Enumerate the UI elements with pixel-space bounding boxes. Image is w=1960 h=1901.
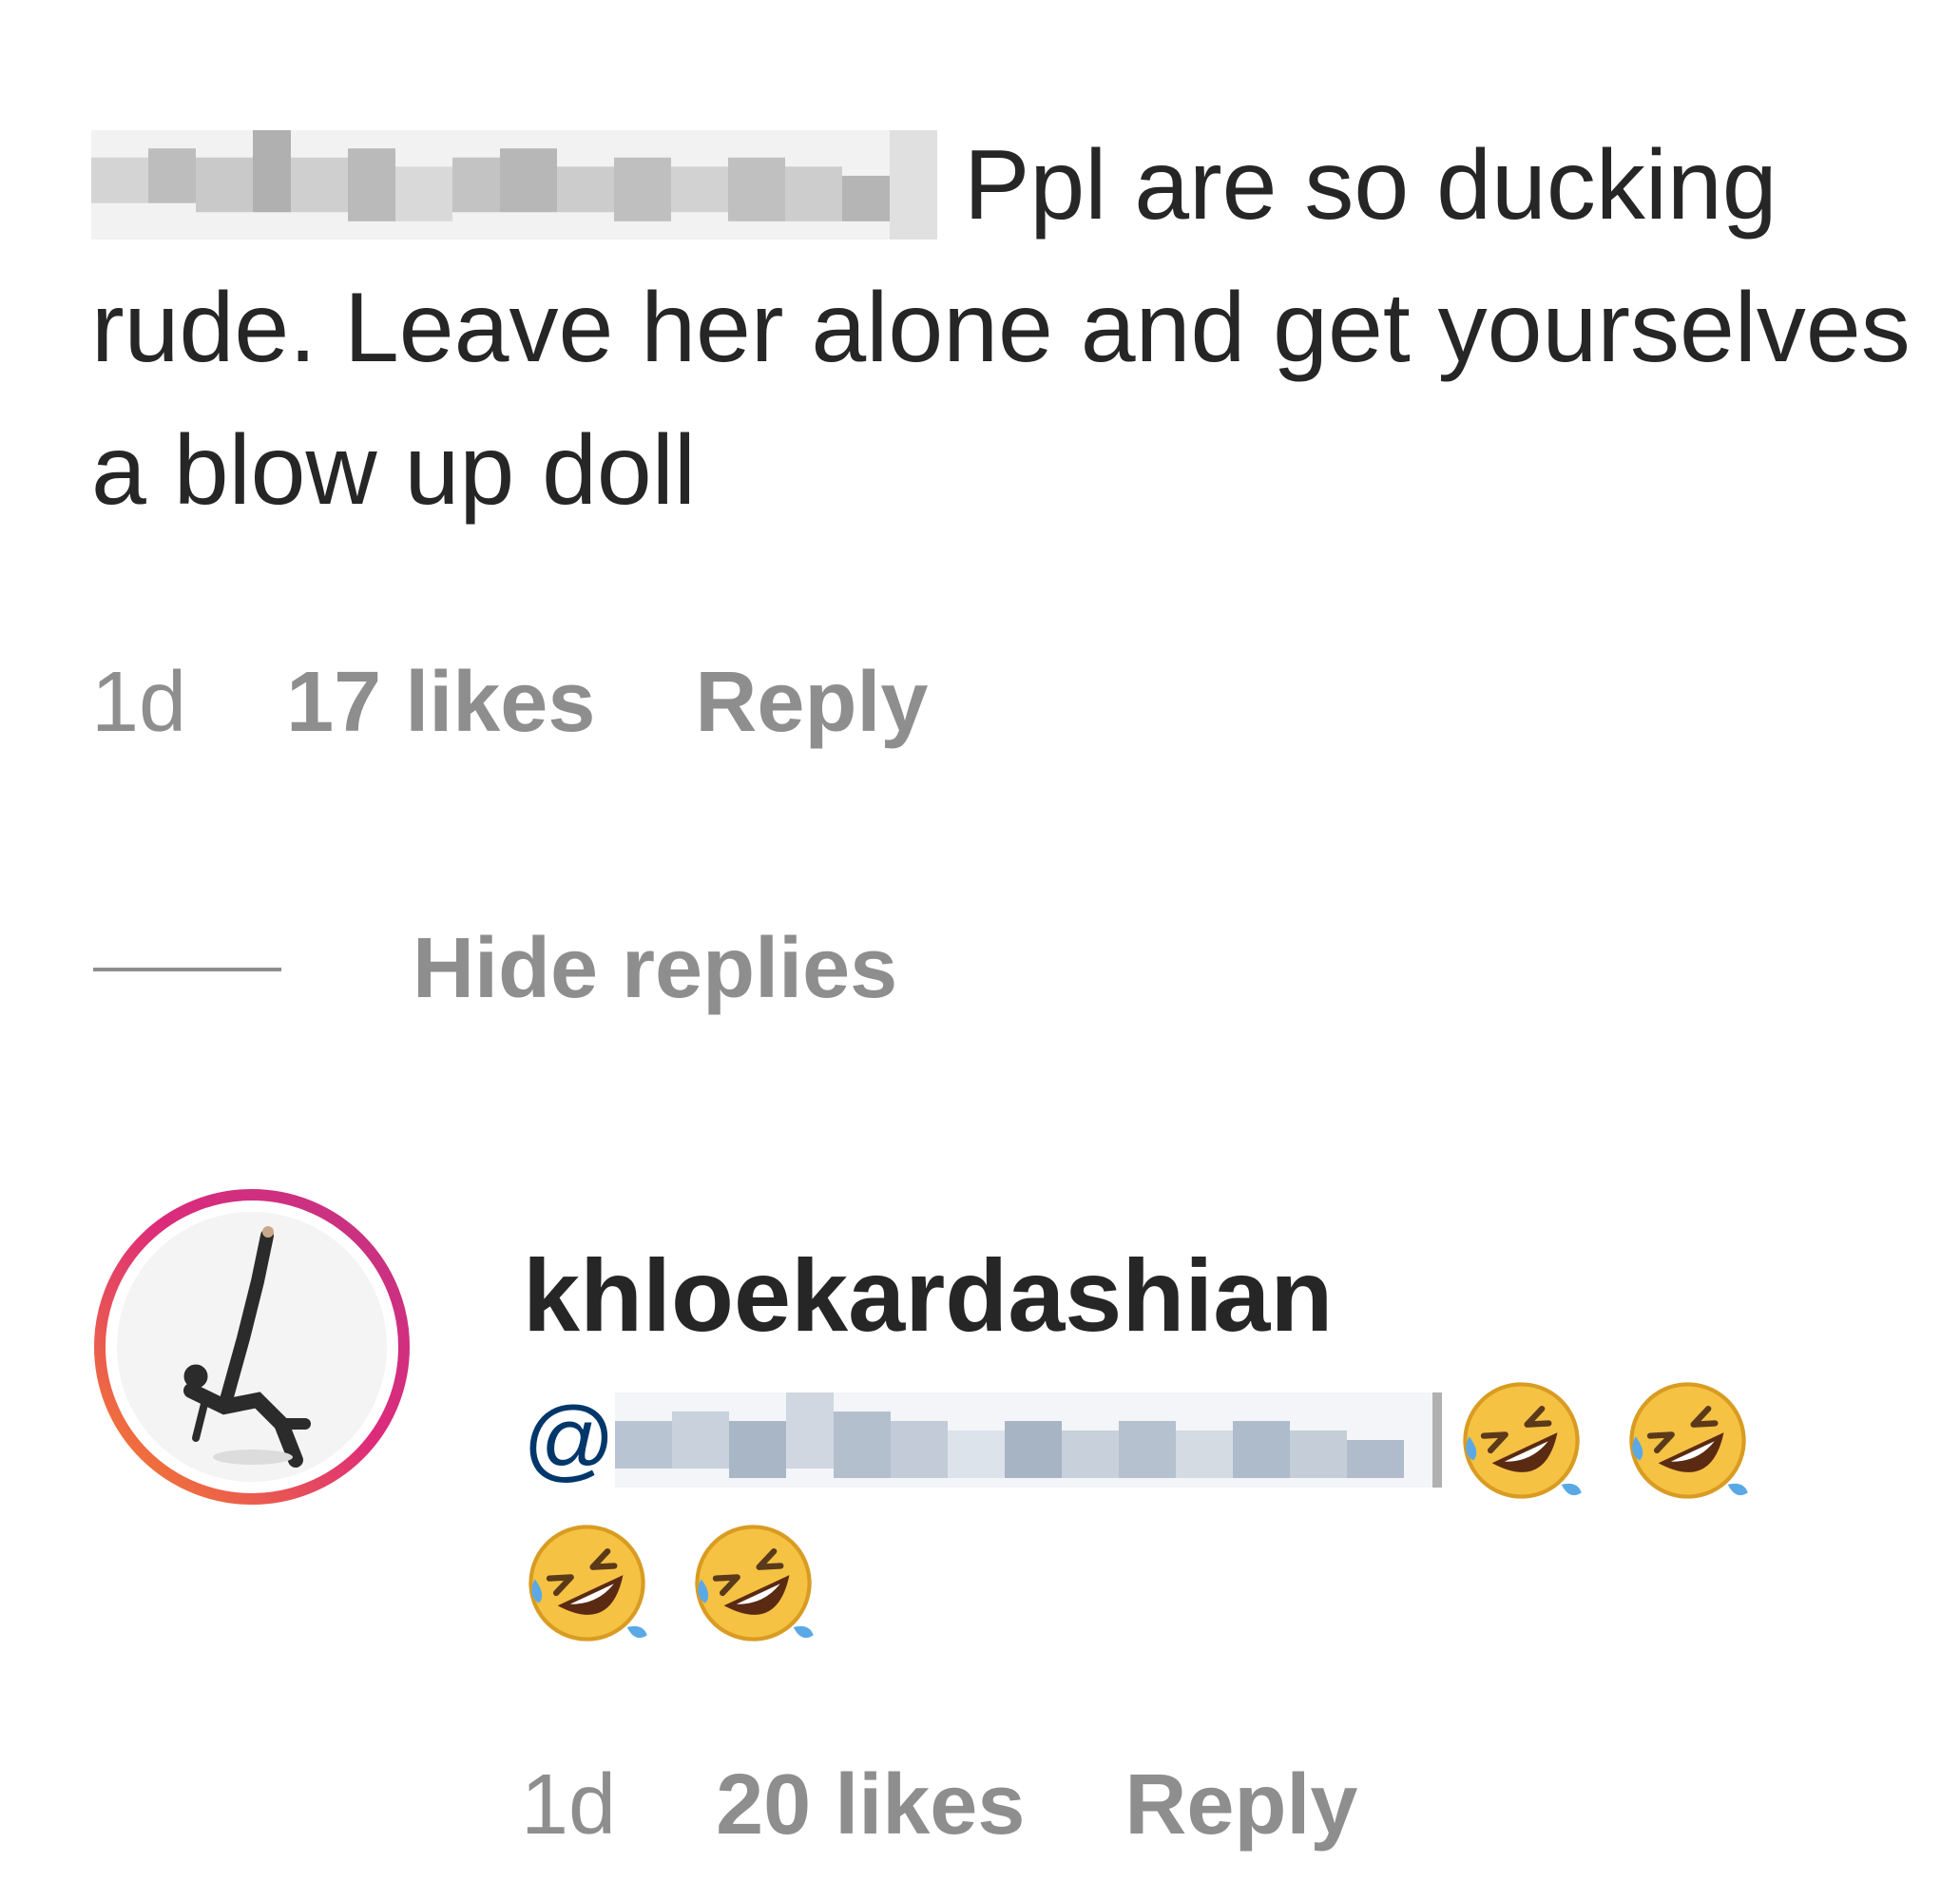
rolling-laughing-emoji: [1629, 1381, 1749, 1499]
parent-comment: Ppl are so ducking rude. Leave her alone…: [91, 114, 1926, 542]
emoji-line: [523, 1511, 1854, 1654]
avatar[interactable]: [91, 1186, 413, 1507]
redacted-username[interactable]: [91, 130, 937, 240]
comment-meta: 1d 17 likes Reply: [91, 654, 929, 752]
rolling-laughing-emoji: [528, 1524, 647, 1642]
hide-replies-button[interactable]: Hide replies: [413, 920, 897, 1018]
reply-meta: 1d 20 likes Reply: [521, 1757, 1358, 1854]
reply-likes[interactable]: 20 likes: [716, 1757, 1025, 1854]
reply-username[interactable]: khloekardashian: [523, 1236, 1333, 1354]
rolling-laughing-emoji: [695, 1524, 814, 1642]
replies-divider-line: [93, 967, 281, 971]
comment-timestamp: 1d: [91, 655, 187, 750]
reply-body: @: [523, 1369, 1854, 1654]
hide-replies-row[interactable]: Hide replies: [93, 920, 897, 1018]
comment-likes[interactable]: 17 likes: [286, 654, 595, 752]
mention-at[interactable]: @: [523, 1388, 615, 1492]
redacted-mention[interactable]: [615, 1392, 1443, 1488]
reply-timestamp: 1d: [521, 1757, 617, 1853]
rolling-laughing-emoji: [1463, 1381, 1583, 1499]
mention-line: @: [523, 1369, 1854, 1511]
reply-button[interactable]: Reply: [695, 654, 928, 752]
reply-button[interactable]: Reply: [1124, 1757, 1357, 1854]
